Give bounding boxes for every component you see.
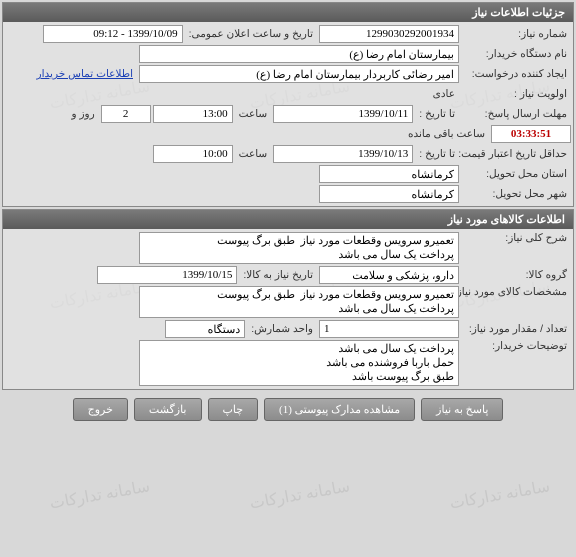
buyer-notes-input	[139, 340, 459, 386]
announce-label: تاریخ و ساعت اعلان عمومی:	[185, 28, 317, 40]
deadline-remaining-label: ساعت باقی مانده	[404, 128, 489, 140]
creator-input	[139, 65, 459, 83]
goods-info-panel: اطلاعات کالاهای مورد نیاز شرح کلی نیاز: …	[2, 209, 574, 390]
print-button[interactable]: چاپ	[208, 398, 259, 421]
quantity-label: تعداد / مقدار مورد نیاز:	[461, 323, 571, 335]
priority-value: عادی	[429, 88, 459, 100]
group-label: گروه کالا:	[461, 269, 571, 281]
panel-body-1: شماره نیاز: تاریخ و ساعت اعلان عمومی: نا…	[3, 22, 573, 206]
min-validity-time-label: ساعت	[235, 148, 272, 160]
unit-label: واحد شمارش:	[247, 323, 317, 335]
goods-spec-label: مشخصات کالای مورد نیاز:	[461, 286, 571, 298]
buyer-notes-label: توضیحات خریدار:	[461, 340, 571, 352]
respond-button[interactable]: پاسخ به نیاز	[421, 398, 503, 421]
deadline-days-label: روز و	[67, 108, 98, 120]
delivery-province-input	[319, 165, 459, 183]
deadline-date	[273, 105, 413, 123]
deadline-days	[101, 105, 151, 123]
panel-header-goods: اطلاعات کالاهای مورد نیاز	[3, 210, 573, 229]
view-attachments-button[interactable]: مشاهده مدارک پیوستی (1)	[264, 398, 415, 421]
min-validity-date	[273, 145, 413, 163]
exit-button[interactable]: خروج	[73, 398, 128, 421]
creator-label: ایجاد کننده درخواست:	[461, 68, 571, 80]
need-date-input	[97, 266, 237, 284]
need-number-input[interactable]	[319, 25, 459, 43]
unit-input	[165, 320, 245, 338]
back-button[interactable]: بازگشت	[134, 398, 202, 421]
min-validity-time	[153, 145, 233, 163]
general-desc-input	[139, 232, 459, 264]
buyer-contact-link[interactable]: اطلاعات تماس خریدار	[33, 68, 137, 80]
deadline-time	[153, 105, 233, 123]
deadline-countdown	[491, 125, 571, 143]
deadline-label: مهلت ارسال پاسخ:	[461, 108, 571, 120]
panel-header-need: جزئیات اطلاعات نیاز	[3, 3, 573, 22]
announce-value	[43, 25, 183, 43]
group-input	[319, 266, 459, 284]
need-details-panel: جزئیات اطلاعات نیاز شماره نیاز: تاریخ و …	[2, 2, 574, 207]
min-validity-label: حداقل تاریخ اعتبار قیمت:	[461, 149, 571, 160]
general-desc-label: شرح کلی نیاز:	[461, 232, 571, 244]
buyer-label: نام دستگاه خریدار:	[461, 48, 571, 60]
delivery-city-label: شهر محل تحویل:	[461, 188, 571, 200]
need-number-label: شماره نیاز:	[461, 28, 571, 40]
goods-spec-input	[139, 286, 459, 318]
deadline-until-label: تا تاریخ :	[415, 108, 459, 120]
buyer-input	[139, 45, 459, 63]
deadline-time-label: ساعت	[235, 108, 272, 120]
action-button-row: پاسخ به نیاز مشاهده مدارک پیوستی (1) چاپ…	[0, 392, 576, 427]
delivery-province-label: استان محل تحویل:	[461, 168, 571, 180]
need-date-label: تاریخ نیاز به کالا:	[239, 269, 317, 281]
min-validity-until-label: تا تاریخ :	[415, 148, 459, 160]
panel-body-2: شرح کلی نیاز: گروه کالا: تاریخ نیاز به ک…	[3, 229, 573, 389]
quantity-input	[319, 320, 459, 338]
delivery-city-input	[319, 185, 459, 203]
priority-label: اولویت نیاز :	[461, 88, 571, 100]
